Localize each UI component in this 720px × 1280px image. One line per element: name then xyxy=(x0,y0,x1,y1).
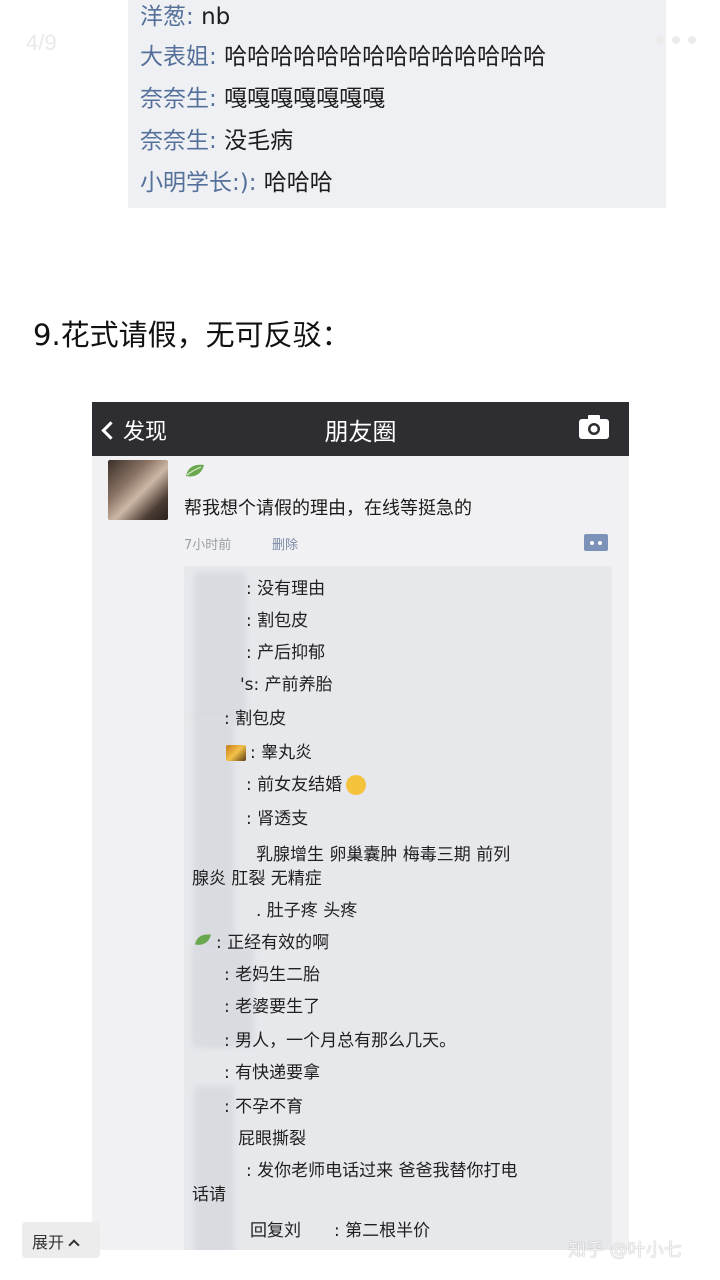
comment-item: : 产后抑郁 xyxy=(246,643,326,663)
comment-item: : 割包皮 xyxy=(246,611,309,631)
comment-item: 屁眼撕裂 xyxy=(238,1129,306,1149)
moments-nav-bar: 发现 朋友圈 xyxy=(92,402,629,456)
chat-line: 小明学长:): 哈哈哈 xyxy=(140,170,333,196)
comment-item: : 第二根半价 xyxy=(334,1221,431,1241)
comment-button[interactable] xyxy=(584,534,608,551)
camera-icon[interactable] xyxy=(578,414,610,440)
section-heading: 9.花式请假，无可反驳： xyxy=(33,318,351,352)
comment-item: : 前女友结婚 xyxy=(246,774,367,796)
comment-item: 乳腺增生 卵巢囊肿 梅毒三期 前列 xyxy=(256,845,511,865)
page-indicator: 4/9 xyxy=(26,30,57,55)
moments-title: 朋友圈 xyxy=(324,418,397,446)
blurred-name xyxy=(194,572,246,722)
post-text: 帮我想个请假的理由，在线等挺急的 xyxy=(184,498,472,519)
comment-item: : 肾透支 xyxy=(246,809,309,829)
comment-item: : 老婆要生了 xyxy=(224,997,321,1017)
avatar[interactable] xyxy=(108,460,168,520)
chat-line: 奈奈生: 没毛病 xyxy=(140,128,294,154)
chat-line: 洋葱: nb xyxy=(140,4,231,30)
delete-link[interactable]: 删除 xyxy=(272,534,298,553)
comment-item: 话请 xyxy=(192,1185,226,1205)
more-dots-icon[interactable] xyxy=(656,36,700,46)
chat-line: 大表姐: 哈哈哈哈哈哈哈哈哈哈哈哈哈哈 xyxy=(140,44,547,70)
quoted-chat-image: 洋葱: nb 大表姐: 哈哈哈哈哈哈哈哈哈哈哈哈哈哈 奈奈生: 嘎嘎嘎嘎嘎嘎嘎 … xyxy=(128,0,666,208)
comment-item: : 不孕不育 xyxy=(224,1097,304,1117)
chevron-up-icon xyxy=(68,1239,80,1251)
comment-item: : 男人，一个月总有那么几天。 xyxy=(224,1031,457,1051)
cry-laugh-emoji-icon xyxy=(346,775,367,795)
chat-line: 奈奈生: 嘎嘎嘎嘎嘎嘎嘎 xyxy=(140,86,386,112)
moments-screenshot: 发现 朋友圈 帮我想个请假的理由，在线等挺急的 7小时前 删除 : 没有理由 :… xyxy=(92,402,629,1250)
comment-item: 腺炎 肛裂 无精症 xyxy=(192,869,322,889)
comment-item: : 发你老师电话过来 爸爸我替你打电 xyxy=(246,1161,518,1181)
watermark: 知乎 @叶小七 xyxy=(568,1240,682,1261)
leaf-icon xyxy=(184,462,206,485)
comment-item: : 有快递要拿 xyxy=(224,1063,321,1083)
expand-button[interactable]: 展开 xyxy=(22,1222,100,1258)
post-time: 7小时前 xyxy=(184,538,232,553)
comment-item: : 割包皮 xyxy=(224,709,287,729)
comment-item: 回复刘 xyxy=(250,1221,301,1241)
comment-item: . 肚子疼 头疼 xyxy=(256,901,358,921)
comment-item: : 没有理由 xyxy=(246,579,326,599)
emoji-sticker-icon xyxy=(226,745,246,761)
leaf-icon xyxy=(192,932,214,954)
comment-item: : 老妈生二胎 xyxy=(224,965,321,985)
comments-area: : 没有理由 : 割包皮 : 产后抑郁 's: 产前养胎 : 割包皮 : 睾丸炎… xyxy=(184,566,612,1250)
comment-item: : 正经有效的啊 xyxy=(192,932,329,954)
comment-item: 's: 产前养胎 xyxy=(240,675,333,695)
comment-item: : 睾丸炎 xyxy=(226,742,312,764)
